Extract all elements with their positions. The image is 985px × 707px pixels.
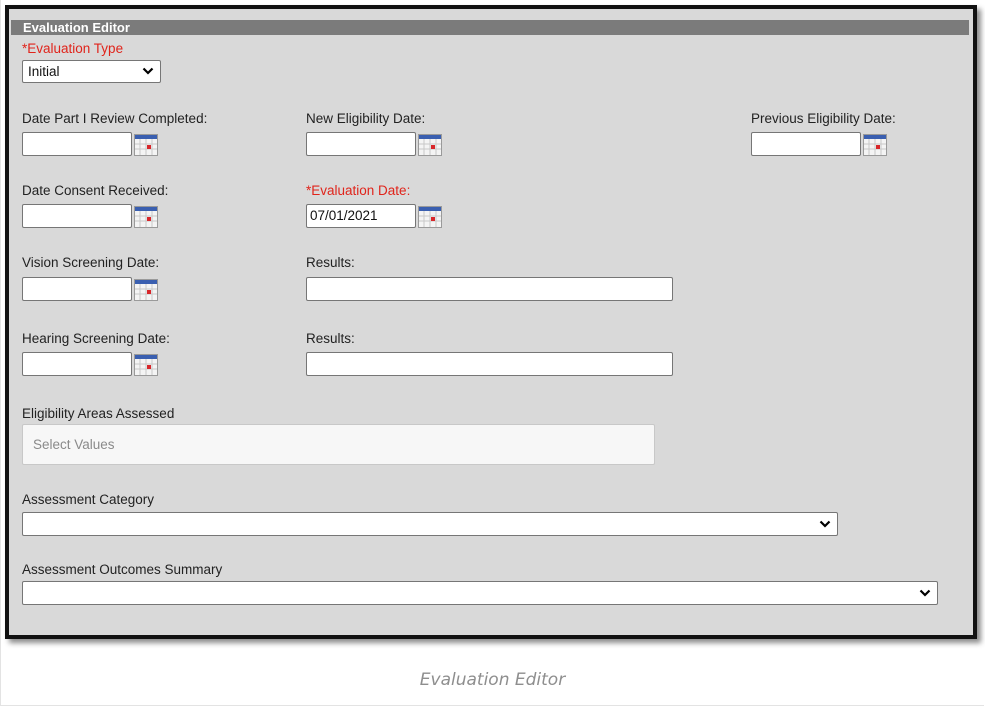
date-consent-received-input[interactable] [22, 204, 132, 228]
assessment-category-select[interactable] [22, 512, 838, 536]
calendar-icon[interactable] [418, 206, 442, 228]
calendar-icon[interactable] [134, 354, 158, 376]
assessment-outcomes-label: Assessment Outcomes Summary [22, 562, 223, 577]
vision-screening-date-label: Vision Screening Date: [22, 255, 160, 270]
date-part1-review-input[interactable] [22, 132, 132, 156]
date-consent-received-label: Date Consent Received: [22, 183, 169, 198]
vision-results-label: Results: [306, 255, 355, 270]
assessment-outcomes-select[interactable] [22, 581, 938, 605]
evaluation-type-value: Initial [28, 64, 60, 79]
assessment-category-label: Assessment Category [22, 492, 155, 507]
previous-eligibility-date-input[interactable] [751, 132, 861, 156]
calendar-icon[interactable] [863, 134, 887, 156]
calendar-icon[interactable] [134, 279, 158, 301]
evaluation-type-label: *Evaluation Type [22, 41, 124, 56]
eligibility-areas-multiselect[interactable]: Select Values [22, 424, 655, 465]
chevron-down-icon [919, 589, 931, 597]
editor-title-bar: Evaluation Editor [11, 20, 969, 35]
new-eligibility-date-input[interactable] [306, 132, 416, 156]
vision-screening-date-input[interactable] [22, 277, 132, 301]
evaluation-date-input[interactable]: 07/01/2021 [306, 204, 416, 228]
hearing-results-label: Results: [306, 331, 355, 346]
vision-results-input[interactable] [306, 277, 673, 301]
hearing-results-input[interactable] [306, 352, 673, 376]
chevron-down-icon [819, 520, 831, 528]
calendar-icon[interactable] [134, 134, 158, 156]
evaluation-editor-panel [5, 5, 977, 639]
calendar-icon[interactable] [134, 206, 158, 228]
new-eligibility-date-label: New Eligibility Date: [306, 111, 426, 126]
hearing-screening-date-input[interactable] [22, 352, 132, 376]
hearing-screening-date-label: Hearing Screening Date: [22, 331, 170, 346]
calendar-icon[interactable] [418, 134, 442, 156]
chevron-down-icon [142, 67, 154, 75]
evaluation-type-select[interactable]: Initial [22, 60, 161, 83]
eligibility-areas-label: Eligibility Areas Assessed [22, 406, 175, 421]
previous-eligibility-date-label: Previous Eligibility Date: [751, 111, 896, 126]
evaluation-date-label: *Evaluation Date: [306, 183, 411, 198]
date-part1-review-label: Date Part I Review Completed: [22, 111, 208, 126]
image-caption: Evaluation Editor [419, 670, 566, 690]
